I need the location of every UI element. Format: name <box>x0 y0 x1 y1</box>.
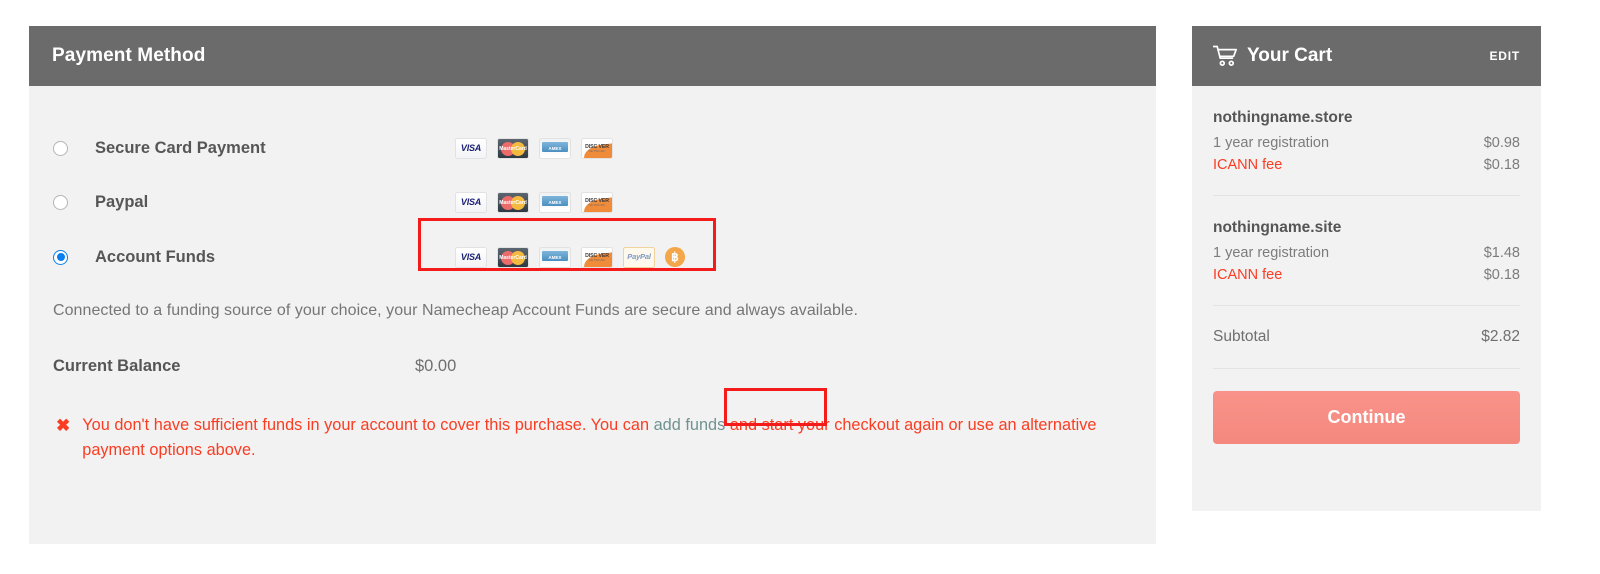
payment-option-account-funds[interactable]: Account Funds VISA MasterCard AMEX DISC … <box>51 234 1134 280</box>
mastercard-icon: MasterCard <box>497 191 529 213</box>
card-logo-strip-secure-card: VISA MasterCard AMEX DISC VER NETWORK <box>455 137 613 159</box>
payment-option-secure-card[interactable]: Secure Card Payment VISA MasterCard AMEX… <box>51 125 1134 171</box>
discover-icon: DISC VER NETWORK <box>581 137 613 159</box>
subtotal-label: Subtotal <box>1213 328 1270 345</box>
continue-button-wrap: Continue <box>1213 369 1520 444</box>
cart-line-price: $0.98 <box>1483 135 1520 151</box>
amex-icon: AMEX <box>539 246 571 268</box>
page-title: Payment Method <box>52 45 206 66</box>
card-logo-strip-paypal: VISA MasterCard AMEX DISC VER NETWORK <box>455 191 613 213</box>
bitcoin-icon: ฿ <box>665 247 685 267</box>
amex-icon: AMEX <box>539 191 571 213</box>
cart-line-description: ICANN fee <box>1213 157 1283 173</box>
cart-panel: Your Cart EDIT nothingname.store 1 year … <box>1192 26 1541 511</box>
visa-icon: VISA <box>455 137 487 159</box>
payment-panel-body: Secure Card Payment VISA MasterCard AMEX… <box>29 86 1156 464</box>
mastercard-icon: MasterCard <box>497 137 529 159</box>
error-text-before: You don't have sufficient funds in your … <box>82 416 654 434</box>
cart-item-domain: nothingname.site <box>1213 219 1342 236</box>
cart-line-price: $0.18 <box>1483 267 1520 283</box>
cart-item-line: 1 year registration $0.98 <box>1213 135 1520 151</box>
discover-icon: DISC VER NETWORK <box>581 246 613 268</box>
radio-paypal[interactable] <box>53 194 68 210</box>
payment-option-label: Paypal <box>95 192 149 211</box>
cart-line-description: ICANN fee <box>1213 267 1283 283</box>
cart-item-line-fee: ICANN fee $0.18 <box>1213 157 1520 173</box>
checkout-page: Payment Method Secure Card Payment VISA … <box>0 0 1600 574</box>
cart-line-price: $0.18 <box>1483 157 1520 173</box>
paypal-icon: PayPal <box>623 246 655 268</box>
account-funds-description: Connected to a funding source of your ch… <box>53 302 858 319</box>
cart-line-price: $1.48 <box>1483 245 1520 261</box>
subtotal-row: Subtotal $2.82 <box>1213 306 1520 369</box>
cart-item-domain: nothingname.store <box>1213 109 1353 126</box>
cart-item: nothingname.store 1 year registration $0… <box>1213 86 1520 196</box>
payment-option-label: Secure Card Payment <box>95 138 266 157</box>
cart-item: nothingname.site 1 year registration $1.… <box>1213 196 1520 306</box>
card-logo-strip-account-funds: VISA MasterCard AMEX DISC VER NETWORK Pay… <box>455 246 685 268</box>
cart-item-line: 1 year registration $1.48 <box>1213 245 1520 261</box>
cart-header: Your Cart EDIT <box>1192 26 1541 86</box>
payment-panel-header: Payment Method <box>29 26 1156 86</box>
visa-icon: VISA <box>455 246 487 268</box>
current-balance-value: $0.00 <box>415 357 457 375</box>
discover-icon: DISC VER NETWORK <box>581 191 613 213</box>
cart-body: nothingname.store 1 year registration $0… <box>1192 86 1541 444</box>
radio-secure-card[interactable] <box>53 140 68 156</box>
subtotal-value: $2.82 <box>1481 328 1520 345</box>
payment-option-label: Account Funds <box>95 247 216 266</box>
payment-method-panel: Payment Method Secure Card Payment VISA … <box>29 26 1156 544</box>
cart-item-line-fee: ICANN fee $0.18 <box>1213 267 1520 283</box>
cart-title: Your Cart <box>1247 45 1333 66</box>
current-balance-row: Current Balance $0.00 <box>53 357 1134 376</box>
continue-button[interactable]: Continue <box>1213 391 1520 444</box>
cart-line-description: 1 year registration <box>1213 245 1330 261</box>
mastercard-icon: MasterCard <box>497 246 529 268</box>
add-funds-link[interactable]: add funds <box>654 416 726 434</box>
shopping-cart-icon <box>1213 45 1238 66</box>
error-message-text: You don't have sufficient funds in your … <box>82 413 1134 464</box>
current-balance-label: Current Balance <box>53 357 181 375</box>
amex-icon: AMEX <box>539 137 571 159</box>
error-x-icon: ✖ <box>56 416 71 435</box>
insufficient-funds-error: ✖ You don't have sufficient funds in you… <box>56 413 1134 464</box>
cart-edit-button[interactable]: EDIT <box>1489 49 1520 63</box>
visa-icon: VISA <box>455 191 487 213</box>
radio-account-funds[interactable] <box>53 249 68 265</box>
cart-line-description: 1 year registration <box>1213 135 1330 151</box>
payment-option-paypal[interactable]: Paypal VISA MasterCard AMEX DISC VER NETW… <box>51 179 1134 225</box>
